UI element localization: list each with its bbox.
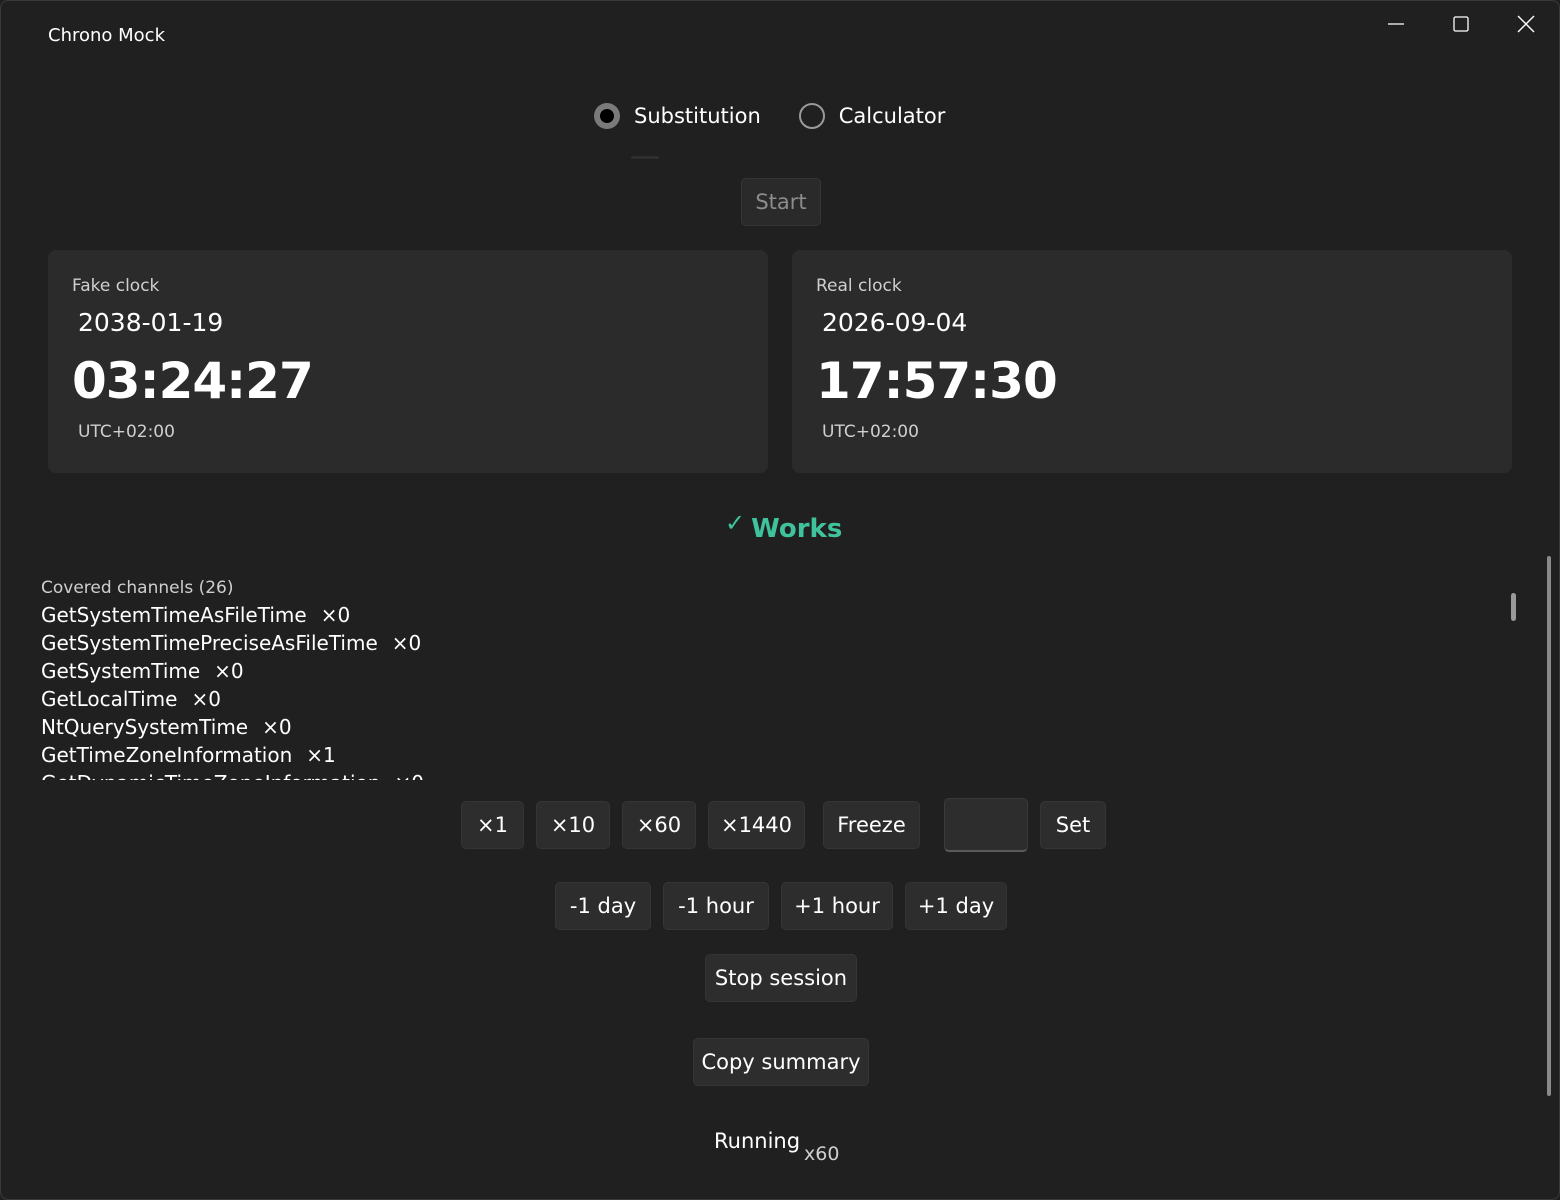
channel-name: GetSystemTime bbox=[41, 659, 201, 683]
channel-count: ×0 bbox=[262, 715, 292, 739]
fake-clock-label: Fake clock bbox=[72, 276, 160, 296]
list-item: GetDynamicTimeZoneInformation ×0 bbox=[41, 769, 1501, 780]
app-window: Chrono Mock Substitution Calculator Star… bbox=[0, 0, 1560, 1200]
fake-clock-date: 2038-01-19 bbox=[78, 308, 224, 337]
real-clock-card: Real clock 2026-09-04 17:57:30 UTC+02:00 bbox=[792, 250, 1512, 473]
maximize-button[interactable] bbox=[1428, 1, 1494, 47]
real-clock-timezone: UTC+02:00 bbox=[822, 422, 919, 442]
channels-list[interactable]: Covered channels (26) GetSystemTimeAsFil… bbox=[41, 575, 1501, 780]
channel-count: ×0 bbox=[320, 603, 351, 627]
rate-label: x60 bbox=[804, 1143, 840, 1165]
checkmark-icon: ✓ bbox=[725, 509, 746, 537]
close-button[interactable] bbox=[1493, 1, 1559, 47]
list-item: GetSystemTimeAsFileTime ×0 bbox=[41, 601, 1501, 629]
fake-clock-card: Fake clock 2038-01-19 03:24:27 UTC+02:00 bbox=[48, 250, 768, 473]
radio-substitution[interactable]: Substitution bbox=[594, 103, 761, 129]
minus-hour-button[interactable]: -1 hour bbox=[663, 882, 769, 930]
list-item: GetSystemTime ×0 bbox=[41, 657, 1501, 685]
radio-unchecked-icon bbox=[798, 103, 825, 129]
channel-name: GetSystemTimeAsFileTime bbox=[41, 603, 307, 627]
real-clock-label: Real clock bbox=[816, 276, 902, 296]
radio-checked-icon bbox=[594, 103, 620, 129]
plus-hour-button[interactable]: +1 hour bbox=[781, 882, 893, 930]
speed-x1440-button[interactable]: ×1440 bbox=[708, 801, 805, 849]
channel-count: ×1 bbox=[306, 743, 336, 767]
list-item: GetSystemTimePreciseAsFileTime ×0 bbox=[41, 629, 1501, 657]
copy-summary-button[interactable]: Copy summary bbox=[693, 1038, 869, 1086]
set-speed-button[interactable]: Set bbox=[1040, 801, 1106, 849]
minimize-button[interactable] bbox=[1363, 1, 1429, 47]
session-state-label: Running bbox=[714, 1129, 801, 1153]
mode-radio-group: Substitution Calculator bbox=[594, 98, 983, 134]
radio-label: Substitution bbox=[634, 104, 761, 128]
fake-clock-timezone: UTC+02:00 bbox=[78, 422, 175, 442]
real-clock-date: 2026-09-04 bbox=[822, 308, 968, 337]
channel-count: ×0 bbox=[191, 687, 221, 711]
channel-name: GetTimeZoneInformation bbox=[41, 743, 293, 767]
freeze-button[interactable]: Freeze bbox=[823, 801, 920, 849]
status-indicator: ✓ Works bbox=[725, 509, 842, 549]
channels-scrollbar-thumb[interactable] bbox=[1511, 593, 1516, 621]
real-clock-time: 17:57:30 bbox=[816, 352, 1058, 410]
channel-name: GetLocalTime bbox=[41, 687, 178, 711]
radio-label: Calculator bbox=[838, 104, 946, 128]
channel-count: ×0 bbox=[391, 631, 422, 655]
channel-name: GetSystemTimePreciseAsFileTime bbox=[41, 631, 378, 655]
minimize-icon bbox=[1388, 23, 1404, 25]
fake-clock-time: 03:24:27 bbox=[72, 352, 314, 410]
channels-header: Covered channels (26) bbox=[41, 578, 234, 598]
plus-day-button[interactable]: +1 day bbox=[905, 882, 1007, 930]
status-text: Works bbox=[751, 514, 843, 544]
divider bbox=[631, 156, 659, 159]
radio-calculator[interactable]: Calculator bbox=[798, 103, 946, 129]
maximize-icon bbox=[1453, 16, 1469, 32]
channel-count: ×0 bbox=[394, 771, 423, 780]
list-item: GetTimeZoneInformation ×1 bbox=[41, 741, 1501, 769]
list-item: NtQuerySystemTime ×0 bbox=[41, 713, 1501, 741]
stop-session-button[interactable]: Stop session bbox=[705, 954, 857, 1002]
close-icon bbox=[1517, 15, 1535, 33]
channel-count: ×0 bbox=[214, 659, 244, 683]
channel-name: NtQuerySystemTime bbox=[41, 715, 249, 739]
title-bar[interactable]: Chrono Mock bbox=[1, 1, 1559, 71]
window-title: Chrono Mock bbox=[48, 25, 165, 46]
page-scrollbar[interactable] bbox=[1547, 556, 1551, 1096]
channel-name: GetDynamicTimeZoneInformation bbox=[41, 771, 380, 780]
custom-speed-input[interactable] bbox=[944, 798, 1028, 852]
start-button[interactable]: Start bbox=[741, 178, 821, 226]
list-item: GetLocalTime ×0 bbox=[41, 685, 1501, 713]
speed-x10-button[interactable]: ×10 bbox=[536, 801, 610, 849]
speed-x1-button[interactable]: ×1 bbox=[461, 801, 524, 849]
minus-day-button[interactable]: -1 day bbox=[555, 882, 651, 930]
speed-x60-button[interactable]: ×60 bbox=[622, 801, 696, 849]
